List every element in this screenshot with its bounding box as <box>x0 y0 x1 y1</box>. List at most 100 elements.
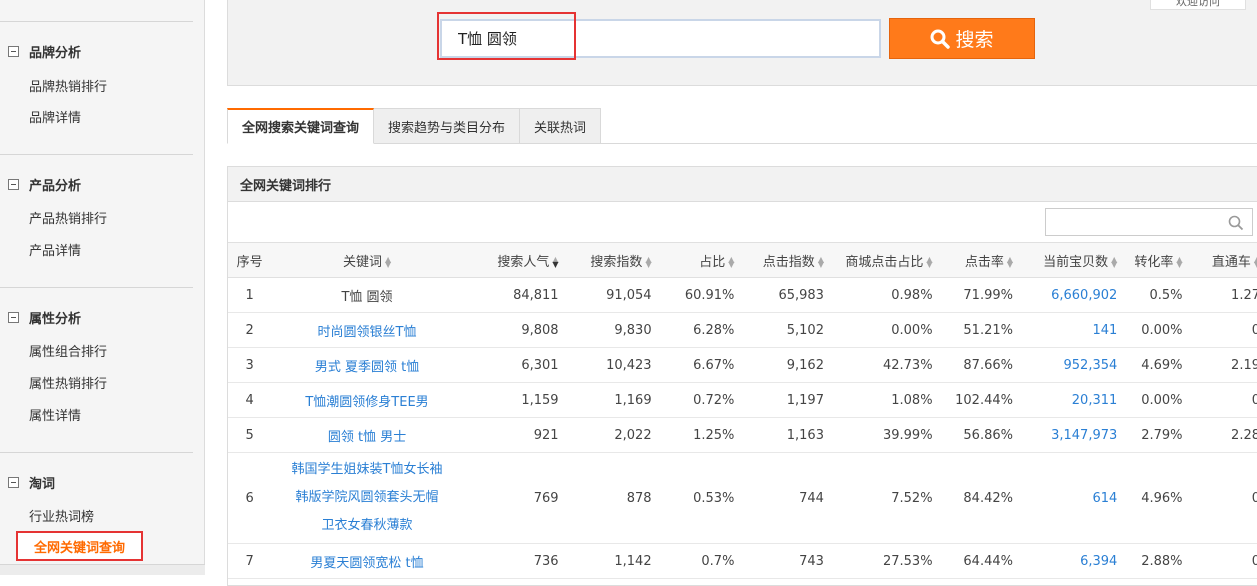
sort-icon[interactable]: ▲ ▼ <box>1176 256 1182 269</box>
col-header-items[interactable]: 当前宝贝数 ▲ ▼ <box>1018 242 1124 278</box>
cell-click-index: 5,102 <box>740 312 830 348</box>
col-header-click-index[interactable]: 点击指数 ▲ ▼ <box>740 242 830 278</box>
cell-conversion: 4.96% <box>1123 452 1189 544</box>
cell-click-index: 743 <box>740 543 830 579</box>
cell-ztc: 0 <box>1188 543 1257 579</box>
collapse-icon[interactable] <box>8 311 19 323</box>
cell-mall-click: 27.53% <box>829 543 939 579</box>
search-button-label: 搜索 <box>955 29 994 51</box>
collapse-icon[interactable] <box>8 476 19 488</box>
cell-items-link[interactable]: 3,147,973 <box>1018 417 1124 453</box>
cell-ztc: 0 <box>1188 382 1257 418</box>
cell-items-link[interactable]: 141 <box>1018 312 1124 348</box>
keyword-table: 序号 关键词 ▲ ▼ 搜索人气 ▲ ▼ 搜索指数 ▲ ▼ 占比 ▲ ▼ 点击指数 ▲ ▼ 商城点击占… <box>228 242 1257 579</box>
cell-popularity: 921 <box>462 417 565 453</box>
cell-ctr: 102.44% <box>938 382 1019 418</box>
sidebar-item-brand-detail[interactable]: 品牌详情 <box>29 107 81 126</box>
cell-keyword-link[interactable]: 时尚圆领银丝T恤 <box>271 312 463 348</box>
filter-input[interactable] <box>1045 208 1253 236</box>
tab-keyword-query[interactable]: 全网搜索关键词查询 <box>227 108 375 144</box>
cell-mall-click: 0.00% <box>829 312 939 348</box>
cell-search-index: 9,830 <box>564 312 658 348</box>
sidebar-item-product-rank[interactable]: 产品热销排行 <box>29 208 107 227</box>
cell-share: 60.91% <box>657 277 741 313</box>
sort-icon[interactable]: ▲ ▼ <box>645 256 651 269</box>
keyword-ranking-panel: 全网关键词排行 序号 关键词 ▲ ▼ 搜索人气 ▲ ▼ 搜索指数 ▲ ▼ 占比 ▲ ▼ 点击指数… <box>227 166 1257 586</box>
sidebar-item-attr-combo[interactable]: 属性组合排行 <box>29 341 107 360</box>
sort-icon[interactable]: ▲ ▼ <box>926 256 932 269</box>
cell-items-link[interactable]: 952,354 <box>1018 347 1124 383</box>
table-header-row: 序号 关键词 ▲ ▼ 搜索人气 ▲ ▼ 搜索指数 ▲ ▼ 占比 ▲ ▼ 点击指数 ▲ ▼ 商城点击占… <box>228 242 1257 278</box>
sort-icon[interactable]: ▲ ▼ <box>1111 256 1117 269</box>
cell-conversion: 0.00% <box>1123 382 1189 418</box>
sort-icon[interactable]: ▲ ▼ <box>552 256 558 269</box>
cell-items-link[interactable]: 6,394 <box>1018 543 1124 579</box>
sidebar-item-product-detail[interactable]: 产品详情 <box>29 240 81 259</box>
cell-items-link[interactable]: 6,660,902 <box>1018 277 1124 313</box>
tab-trend-category[interactable]: 搜索趋势与类目分布 <box>374 108 521 144</box>
cell-items-link[interactable]: 20,311 <box>1018 382 1124 418</box>
col-header-ctr[interactable]: 点击率 ▲ ▼ <box>938 242 1019 278</box>
cell-keyword-link[interactable]: 男夏天圆领宽松 t恤 <box>271 543 463 579</box>
collapse-icon[interactable] <box>8 45 19 57</box>
keyword-line: 韩版学院风圆领套头无帽 <box>295 490 439 505</box>
sidebar-group-taoci[interactable]: 淘词 <box>8 473 55 492</box>
col-header-mall-click[interactable]: 商城点击占比 ▲ ▼ <box>829 242 939 278</box>
sidebar-item-keyword-query[interactable]: 全网关键词查询 <box>16 531 143 561</box>
cell-no: 7 <box>228 543 272 579</box>
cell-keyword-link[interactable]: 韩国学生姐妹装T恤女长袖 韩版学院风圆领套头无帽 卫衣女春秋薄款 <box>271 452 463 544</box>
cell-popularity: 6,301 <box>462 347 565 383</box>
cell-no: 2 <box>228 312 272 348</box>
cell-keyword-link[interactable]: 男式 夏季圆领 t恤 <box>271 347 463 383</box>
cell-items-link[interactable]: 614 <box>1018 452 1124 544</box>
cell-conversion: 0.00% <box>1123 312 1189 348</box>
col-header-conversion[interactable]: 转化率 ▲ ▼ <box>1123 242 1189 278</box>
sort-icon[interactable]: ▲ ▼ <box>818 256 824 269</box>
cell-ctr: 56.86% <box>938 417 1019 453</box>
col-header-ztc[interactable]: 直通车 ▲ ▼ <box>1188 242 1257 278</box>
cell-ctr: 51.21% <box>938 312 1019 348</box>
sort-icon[interactable]: ▲ ▼ <box>385 256 391 269</box>
col-header-keyword[interactable]: 关键词 ▲ ▼ <box>271 242 463 278</box>
cell-ctr: 87.66% <box>938 347 1019 383</box>
cell-click-index: 744 <box>740 452 830 544</box>
cell-popularity: 84,811 <box>462 277 565 313</box>
search-icon[interactable] <box>1228 215 1244 231</box>
cell-no: 1 <box>228 277 272 313</box>
sidebar-divider <box>0 21 193 22</box>
cell-keyword-link[interactable]: T恤潮圆领修身TEE男 <box>271 382 463 418</box>
top-tag[interactable]: 欢迎访问 <box>1150 0 1246 10</box>
cell-search-index: 91,054 <box>564 277 658 313</box>
sidebar-group-brand[interactable]: 品牌分析 <box>8 42 81 61</box>
cell-click-index: 1,163 <box>740 417 830 453</box>
collapse-icon[interactable] <box>8 178 19 190</box>
cell-keyword-link[interactable]: 圆领 t恤 男士 <box>271 417 463 453</box>
cell-no: 6 <box>228 452 272 544</box>
cell-conversion: 4.69% <box>1123 347 1189 383</box>
sidebar-divider <box>0 452 193 453</box>
sidebar-group-product[interactable]: 产品分析 <box>8 175 82 194</box>
cell-conversion: 2.79% <box>1123 417 1189 453</box>
cell-popularity: 9,808 <box>462 312 565 348</box>
cell-conversion: 2.88% <box>1123 543 1189 579</box>
sidebar-group-attribute[interactable]: 属性分析 <box>8 308 81 327</box>
col-header-share[interactable]: 占比 ▲ ▼ <box>657 242 741 278</box>
cell-search-index: 878 <box>564 452 658 544</box>
cell-mall-click: 0.98% <box>829 277 939 313</box>
search-button[interactable]: 搜索 <box>889 18 1035 59</box>
sidebar-group-title: 产品分析 <box>29 178 82 194</box>
sidebar-item-brand-rank[interactable]: 品牌热销排行 <box>29 76 107 95</box>
cell-mall-click: 39.99% <box>829 417 939 453</box>
col-header-no: 序号 <box>228 242 272 278</box>
col-header-popularity[interactable]: 搜索人气 ▲ ▼ <box>462 242 565 278</box>
sort-icon[interactable]: ▲ ▼ <box>1007 256 1013 269</box>
search-input[interactable] <box>440 19 881 58</box>
sidebar-item-industry-hotwords[interactable]: 行业热词榜 <box>29 506 94 525</box>
cell-mall-click: 42.73% <box>829 347 939 383</box>
sidebar-item-attr-rank[interactable]: 属性热销排行 <box>29 373 107 392</box>
sort-icon[interactable]: ▲ ▼ <box>728 256 734 269</box>
col-header-search-index[interactable]: 搜索指数 ▲ ▼ <box>564 242 658 278</box>
table-row: 5 圆领 t恤 男士 921 2,022 1.25% 1,163 39.99% … <box>228 417 1257 453</box>
sidebar-item-attr-detail[interactable]: 属性详情 <box>29 405 81 424</box>
tab-related-hotwords[interactable]: 关联热词 <box>520 108 602 144</box>
